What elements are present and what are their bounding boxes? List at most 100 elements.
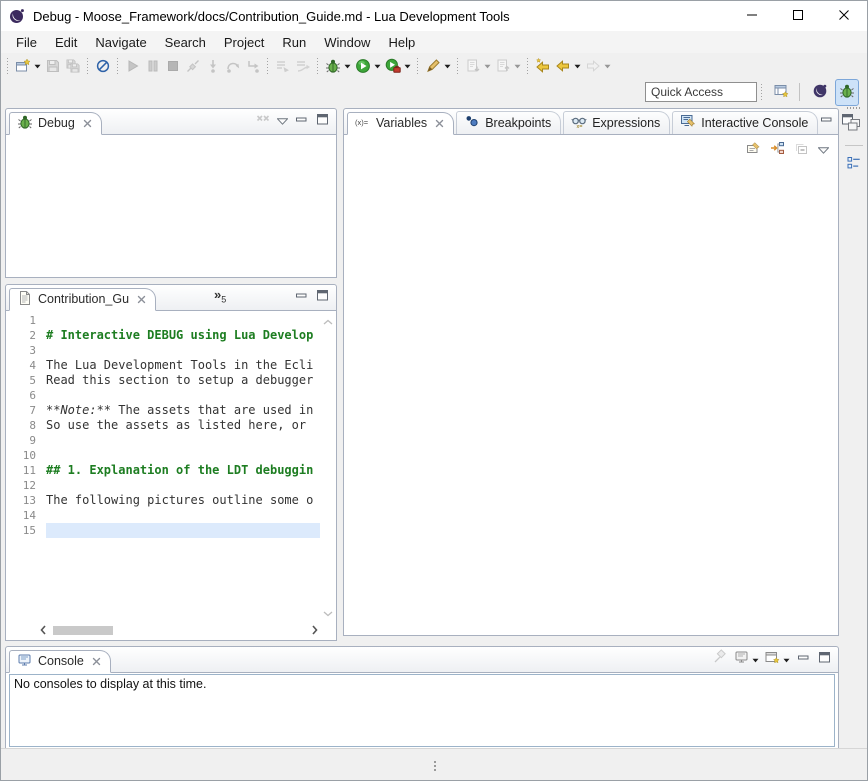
run-button[interactable]	[353, 55, 383, 77]
editor-line[interactable]: 12	[6, 478, 320, 493]
toolbar-drag-handle[interactable]	[87, 58, 88, 74]
display-console-button[interactable]	[733, 648, 760, 669]
line-number[interactable]: 14	[6, 508, 46, 523]
close-icon[interactable]	[435, 119, 444, 128]
editor-content[interactable]: 12# Interactive DEBUG using Lua Develop3…	[6, 313, 320, 538]
run-external-button[interactable]	[383, 55, 413, 77]
remove-all-terminated-button[interactable]	[254, 110, 272, 131]
line-number[interactable]: 5	[6, 373, 46, 388]
tab-contribution-guide[interactable]: Contribution_Gu	[9, 288, 156, 311]
line-number[interactable]: 12	[6, 478, 46, 493]
close-icon[interactable]	[83, 119, 92, 128]
tab-variables[interactable]: (x)=Variables	[347, 112, 454, 135]
line-number[interactable]: 9	[6, 433, 46, 448]
editor-body[interactable]: 12# Interactive DEBUG using Lua Develop3…	[6, 311, 336, 640]
line-number[interactable]: 6	[6, 388, 46, 403]
editor-line[interactable]: 6	[6, 388, 320, 403]
tab-debug[interactable]: Debug	[9, 112, 102, 135]
toolbar-drag-handle[interactable]	[417, 58, 418, 74]
line-number[interactable]: 13	[6, 493, 46, 508]
editor-line[interactable]: 10	[6, 448, 320, 463]
line-number[interactable]: 8	[6, 418, 46, 433]
last-edit-location-button[interactable]	[533, 55, 553, 77]
line-number[interactable]: 15	[6, 523, 46, 538]
window-maximize-button[interactable]	[775, 1, 821, 31]
editor-line[interactable]: 3	[6, 343, 320, 358]
previous-annotation-button[interactable]	[493, 55, 523, 77]
line-number[interactable]: 1	[6, 313, 46, 328]
new-wizard-button[interactable]	[13, 55, 43, 77]
editor-line[interactable]: 9	[6, 433, 320, 448]
tab-interactive-console[interactable]: Interactive Console	[672, 111, 818, 134]
window-close-button[interactable]	[821, 1, 867, 31]
skip-all-breakpoints-button[interactable]	[93, 55, 113, 77]
back-button[interactable]	[553, 55, 583, 77]
view-menu-button[interactable]	[817, 141, 830, 158]
line-number[interactable]: 11	[6, 463, 46, 478]
back-dropdown-icon[interactable]	[574, 64, 581, 69]
resume-button[interactable]	[123, 55, 143, 77]
hidden-editors-chevron[interactable]: »5	[214, 287, 226, 305]
forward-button[interactable]	[583, 55, 613, 77]
previous-annotation-dropdown-icon[interactable]	[514, 64, 521, 69]
menu-file[interactable]: File	[7, 33, 46, 52]
scroll-right-icon[interactable]	[312, 624, 318, 638]
forward-dropdown-icon[interactable]	[604, 64, 611, 69]
maximize-button[interactable]	[314, 111, 331, 131]
editor-line[interactable]: 14	[6, 508, 320, 523]
menu-navigate[interactable]: Navigate	[86, 33, 155, 52]
variables-view-body[interactable]	[344, 135, 838, 635]
pen-button[interactable]	[423, 55, 453, 77]
new-wizard-dropdown-icon[interactable]	[34, 64, 41, 69]
line-number[interactable]: 10	[6, 448, 46, 463]
window-minimize-button[interactable]	[729, 1, 775, 31]
toolbar-drag-handle[interactable]	[267, 58, 268, 74]
step-into-button[interactable]	[203, 55, 223, 77]
line-number[interactable]: 2	[6, 328, 46, 343]
perspective-bar-handle[interactable]	[761, 84, 762, 100]
scrollbar-thumb[interactable]	[53, 626, 113, 635]
save-all-button[interactable]	[63, 55, 83, 77]
tab-breakpoints[interactable]: Breakpoints	[456, 111, 561, 134]
editor-line[interactable]: 7**Note:** The assets that are used in	[6, 403, 320, 418]
show-type-names-button[interactable]	[745, 139, 763, 160]
editor-line[interactable]: 2# Interactive DEBUG using Lua Develop	[6, 328, 320, 343]
outline-view-button[interactable]	[845, 154, 863, 175]
toolbar-drag-handle[interactable]	[7, 58, 8, 74]
scroll-left-icon[interactable]	[40, 624, 46, 638]
open-console-dropdown-icon[interactable]	[783, 651, 790, 666]
minimize-button[interactable]	[293, 287, 310, 307]
open-perspective-button[interactable]	[770, 79, 794, 106]
minimize-button[interactable]	[818, 111, 835, 131]
minimize-button[interactable]	[293, 111, 310, 131]
trim-drag-handle[interactable]	[847, 107, 861, 109]
minimize-button[interactable]	[795, 649, 812, 669]
run-dropdown-icon[interactable]	[374, 64, 381, 69]
display-console-dropdown-icon[interactable]	[752, 651, 759, 666]
editor-line[interactable]: 15	[6, 523, 320, 538]
menu-window[interactable]: Window	[315, 33, 379, 52]
next-annotation-dropdown-icon[interactable]	[484, 64, 491, 69]
debug-perspective-button[interactable]	[835, 79, 859, 106]
toolbar-drag-handle[interactable]	[317, 58, 318, 74]
editor-line[interactable]: 11## 1. Explanation of the LDT debuggin	[6, 463, 320, 478]
tab-expressions[interactable]: x=Expressions	[563, 111, 670, 134]
show-logical-structure-button[interactable]	[769, 139, 787, 160]
menu-help[interactable]: Help	[379, 33, 424, 52]
tab-console[interactable]: Console	[9, 650, 111, 673]
menu-edit[interactable]: Edit	[46, 33, 86, 52]
pen-dropdown-icon[interactable]	[444, 64, 451, 69]
editor-line[interactable]: 4The Lua Development Tools in the Ecli	[6, 358, 320, 373]
run-external-dropdown-icon[interactable]	[404, 64, 411, 69]
line-number[interactable]: 3	[6, 343, 46, 358]
toolbar-drag-handle[interactable]	[457, 58, 458, 74]
editor-horizontal-scrollbar[interactable]	[40, 624, 318, 637]
quick-access-input[interactable]	[645, 82, 757, 102]
restore-view-button[interactable]	[845, 116, 863, 137]
debug-view-body[interactable]	[6, 135, 336, 277]
collapse-all-button[interactable]	[793, 139, 811, 160]
disconnect-button[interactable]	[183, 55, 203, 77]
scroll-down-icon[interactable]	[323, 606, 333, 620]
scroll-up-icon[interactable]	[323, 314, 333, 328]
use-step-filters-button[interactable]	[273, 55, 293, 77]
